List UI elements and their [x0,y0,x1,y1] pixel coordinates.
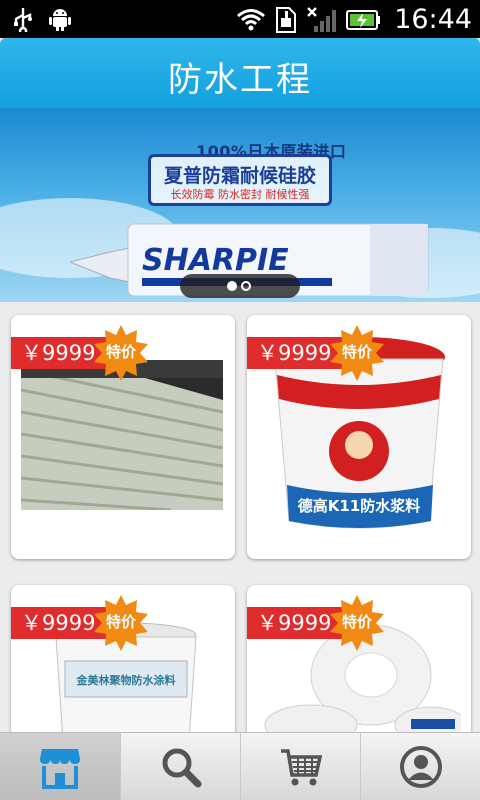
page-title: 防水工程 [168,60,312,100]
banner-product-title: 夏普防霜耐候硅胶 [163,165,316,187]
sim-alert-icon [274,6,298,34]
sale-badge-label: 特价 [341,343,372,361]
clock: 16:44 [394,4,472,35]
no-signal-icon [306,6,338,34]
tab-search[interactable] [120,733,240,800]
tab-cart[interactable] [240,733,360,800]
sale-badge-label: 特价 [105,613,136,631]
cart-icon [281,749,323,786]
usb-icon [12,6,34,32]
carousel-dot-active[interactable] [227,281,237,291]
search-icon [162,748,202,788]
app-header: 防水工程 [0,38,480,108]
promo-banner[interactable]: 100%日本原装进口 夏普防霜耐候硅胶 长效防霉 防水密封 耐候性强 SHARP… [0,108,480,302]
wifi-icon [236,7,266,33]
product-card[interactable]: ￥9999 特价 [11,315,235,559]
sale-badge-label: 特价 [105,343,136,361]
banner-features: 长效防霉 防水密封 耐候性强 [170,188,310,201]
tab-profile[interactable] [360,733,480,800]
battery-charging-icon [346,8,382,32]
sale-badge: 特价 [329,595,385,651]
product-card[interactable]: 德高K11防水浆料 ￥9999 特价 [247,315,471,559]
carousel-dot[interactable] [241,281,251,291]
bucket-label: 德高K11防水浆料 [298,497,421,515]
bottom-nav [0,732,480,800]
store-icon [40,749,80,789]
android-debug-icon [48,6,72,32]
bucket-label: 金美林聚物防水涂料 [76,673,176,687]
sale-badge: 特价 [329,325,385,381]
carousel-indicator[interactable] [180,274,300,298]
tab-store[interactable] [0,733,120,800]
sale-badge: 特价 [93,595,149,651]
banner-product-plate: 夏普防霜耐候硅胶 长效防霉 防水密封 耐候性强 [148,154,332,206]
sale-badge-label: 特价 [341,613,372,631]
status-bar: 16:44 [0,0,480,38]
sale-badge: 特价 [93,325,149,381]
user-icon [400,746,442,788]
product-image-corrugated-sheet [21,360,223,510]
banner-brand: SHARPIE [142,243,289,278]
